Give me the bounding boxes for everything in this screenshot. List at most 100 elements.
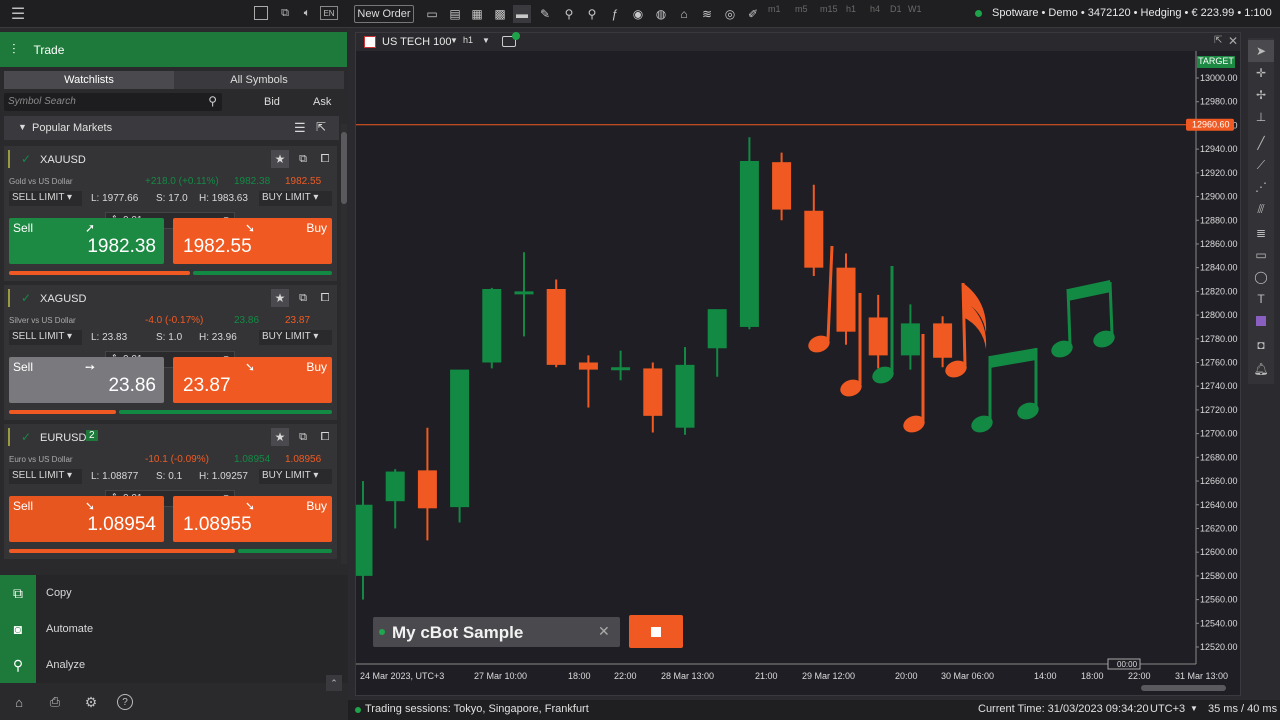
buy-order-type[interactable]: BUY LIMIT ▾ bbox=[259, 191, 332, 206]
indicator-icon[interactable]: ƒ bbox=[606, 5, 624, 23]
chart-type-icon[interactable]: ▭ bbox=[423, 5, 441, 23]
grid-layout-icon[interactable]: ▦ bbox=[468, 5, 486, 23]
text-icon[interactable]: T bbox=[1248, 288, 1274, 310]
detach-icon[interactable]: ⧉ bbox=[278, 6, 292, 20]
cross-icon[interactable]: ✢ bbox=[1248, 84, 1274, 106]
account-info[interactable]: Spotware • Demo • 3472120 • Hedging • € … bbox=[992, 7, 1272, 19]
hamburger-menu-icon[interactable]: ☰ bbox=[8, 5, 28, 23]
open-chart-icon[interactable]: ⧠ bbox=[316, 428, 334, 446]
chart-edit-icon[interactable]: ⧉ bbox=[294, 428, 312, 446]
symbol-dropdown-icon[interactable]: ▼ bbox=[450, 36, 458, 45]
symbol-card[interactable]: ✓ XAUUSD ★ ⧉ ⧠ Gold vs US Dollar +218.0 … bbox=[4, 146, 337, 281]
symbol-card[interactable]: ✓ XAGUSD ★ ⧉ ⧠ Silver vs US Dollar -4.0 … bbox=[4, 285, 337, 420]
chart-edit-icon[interactable]: ⧉ bbox=[294, 150, 312, 168]
camera-icon[interactable]: ◘ bbox=[1248, 334, 1274, 356]
collapse-icon[interactable]: ▼ bbox=[18, 122, 27, 132]
layers-icon[interactable]: ≋ bbox=[698, 5, 716, 23]
open-chart-icon[interactable]: ⧠ bbox=[316, 289, 334, 307]
sell-order-type[interactable]: SELL LIMIT ▾ bbox=[9, 469, 82, 484]
zoom-out-icon[interactable]: ⚲ bbox=[583, 5, 601, 23]
tf-w1[interactable]: W1 bbox=[908, 4, 922, 14]
print-icon[interactable]: ⎙ bbox=[46, 694, 64, 710]
sell-order-type[interactable]: SELL LIMIT ▾ bbox=[9, 191, 82, 206]
fan-icon[interactable]: ⋰ bbox=[1248, 176, 1274, 198]
collapse-up-icon[interactable]: ⌃ bbox=[326, 675, 342, 691]
chart-edit-icon[interactable]: ⧉ bbox=[294, 289, 312, 307]
menu-automate[interactable]: ◙ Automate bbox=[0, 611, 348, 647]
draw-settings-icon[interactable]: ✐ bbox=[744, 5, 762, 23]
timezone[interactable]: UTC+3 bbox=[1150, 703, 1185, 715]
chart-close-icon[interactable]: ✕ bbox=[1228, 34, 1238, 48]
ellipse-icon[interactable]: ◯ bbox=[1248, 266, 1274, 288]
tab-watchlists[interactable]: Watchlists bbox=[4, 71, 174, 89]
buy-button[interactable]: ➘ Buy 23.87 bbox=[173, 357, 332, 403]
horizontal-line-icon[interactable]: ⊥ bbox=[1248, 106, 1274, 128]
tf-h1[interactable]: h1 bbox=[846, 4, 856, 14]
color-icon[interactable] bbox=[1248, 310, 1274, 332]
menu-copy[interactable]: ⧉ Copy bbox=[0, 575, 348, 611]
crosshair-icon[interactable]: ✛ bbox=[1248, 62, 1274, 84]
watchlist-scrollbar[interactable] bbox=[341, 124, 347, 564]
bot-icon[interactable]: ◍ bbox=[652, 5, 670, 23]
horizontal-scrollbar[interactable] bbox=[1141, 685, 1226, 691]
alert-bell-icon[interactable]: 🔔︎ bbox=[1248, 358, 1274, 380]
sell-button[interactable]: Sell ➙ 23.86 bbox=[9, 357, 164, 403]
timezone-dropdown-icon[interactable]: ▼ bbox=[1190, 704, 1198, 713]
trading-sessions[interactable]: Trading sessions: Tokyo, Singapore, Fran… bbox=[365, 703, 589, 715]
tf-h4[interactable]: h4 bbox=[870, 4, 880, 14]
zoom-in-icon[interactable]: ⚲ bbox=[560, 5, 578, 23]
list-view-icon[interactable]: ☰ bbox=[294, 120, 306, 136]
favorite-star-icon[interactable]: ★ bbox=[271, 289, 289, 307]
rectangle-icon[interactable]: ▭ bbox=[1248, 244, 1274, 266]
buy-order-type[interactable]: BUY LIMIT ▾ bbox=[259, 469, 332, 484]
search-icon[interactable]: ⚲ bbox=[208, 94, 217, 108]
cursor-icon[interactable]: ➤ bbox=[1248, 40, 1274, 62]
drawing-icon[interactable]: ✎ bbox=[536, 5, 554, 23]
cbot-close-icon[interactable]: ✕ bbox=[598, 623, 610, 640]
tab-all-symbols[interactable]: All Symbols bbox=[174, 71, 344, 89]
favorite-star-icon[interactable]: ★ bbox=[271, 150, 289, 168]
card-symbol[interactable]: XAUUSD bbox=[40, 154, 86, 166]
check-icon[interactable]: ✓ bbox=[21, 430, 31, 444]
trade-header[interactable]: ⫶ Trade bbox=[0, 32, 347, 67]
trend-line-icon[interactable]: ╱ bbox=[1248, 132, 1274, 154]
open-chart-icon[interactable]: ⧠ bbox=[316, 150, 334, 168]
check-icon[interactable]: ✓ bbox=[21, 291, 31, 305]
settings-gear-icon[interactable]: ⚙ bbox=[82, 694, 100, 710]
favorite-star-icon[interactable]: ★ bbox=[271, 428, 289, 446]
language-badge[interactable]: EN bbox=[320, 6, 338, 20]
menu-analyze[interactable]: ⚲ Analyze bbox=[0, 647, 348, 683]
symbol-search[interactable]: Symbol Search ⚲ bbox=[4, 93, 222, 111]
copy-trading-icon[interactable]: ◉ bbox=[629, 5, 647, 23]
buy-order-type[interactable]: BUY LIMIT ▾ bbox=[259, 330, 332, 345]
symbol-card[interactable]: ✓ EURUSD 2 ★ ⧉ ⧠ Euro vs US Dollar -10.1… bbox=[4, 424, 337, 559]
layout-icon[interactable]: ▤ bbox=[446, 5, 464, 23]
tf-m1[interactable]: m1 bbox=[768, 4, 781, 14]
pitchfork-icon[interactable]: ⫻ bbox=[1248, 198, 1274, 220]
sound-icon[interactable]: 🔈︎ bbox=[300, 5, 314, 21]
buy-button[interactable]: ➘ Buy 1.08955 bbox=[173, 496, 332, 542]
buy-button[interactable]: ➘ Buy 1982.55 bbox=[173, 218, 332, 264]
fibonacci-icon[interactable]: ≣ bbox=[1248, 222, 1274, 244]
card-symbol[interactable]: XAGUSD bbox=[40, 293, 86, 305]
bot-badge-icon[interactable] bbox=[502, 32, 520, 47]
check-icon[interactable]: ✓ bbox=[21, 152, 31, 166]
cbot-panel[interactable]: My cBot Sample ✕ bbox=[373, 617, 620, 647]
tile-icon[interactable]: ▩ bbox=[491, 5, 509, 23]
cbot-stop-button[interactable] bbox=[629, 615, 683, 648]
card-symbol[interactable]: EURUSD bbox=[40, 432, 86, 444]
tf-m5[interactable]: m5 bbox=[795, 4, 808, 14]
chart-detach-icon[interactable]: ⇱ bbox=[1214, 35, 1222, 46]
fullscreen-icon[interactable] bbox=[254, 6, 268, 20]
tf-m15[interactable]: m15 bbox=[820, 4, 838, 14]
rows-icon[interactable]: ▬ bbox=[513, 5, 531, 23]
ray-icon[interactable]: ⟋ bbox=[1248, 154, 1274, 176]
new-order-button[interactable]: New Order bbox=[354, 5, 414, 23]
sell-order-type[interactable]: SELL LIMIT ▾ bbox=[9, 330, 82, 345]
help-icon[interactable]: ? bbox=[117, 694, 133, 710]
chart-timeframe[interactable]: h1 bbox=[463, 35, 473, 45]
chart-symbol[interactable]: US TECH 100 bbox=[382, 36, 452, 48]
popular-markets-header[interactable]: ▼ Popular Markets ☰ ⇱ bbox=[4, 116, 339, 140]
tf-d1[interactable]: D1 bbox=[890, 4, 902, 14]
sell-button[interactable]: Sell ➘ 1.08954 bbox=[9, 496, 164, 542]
